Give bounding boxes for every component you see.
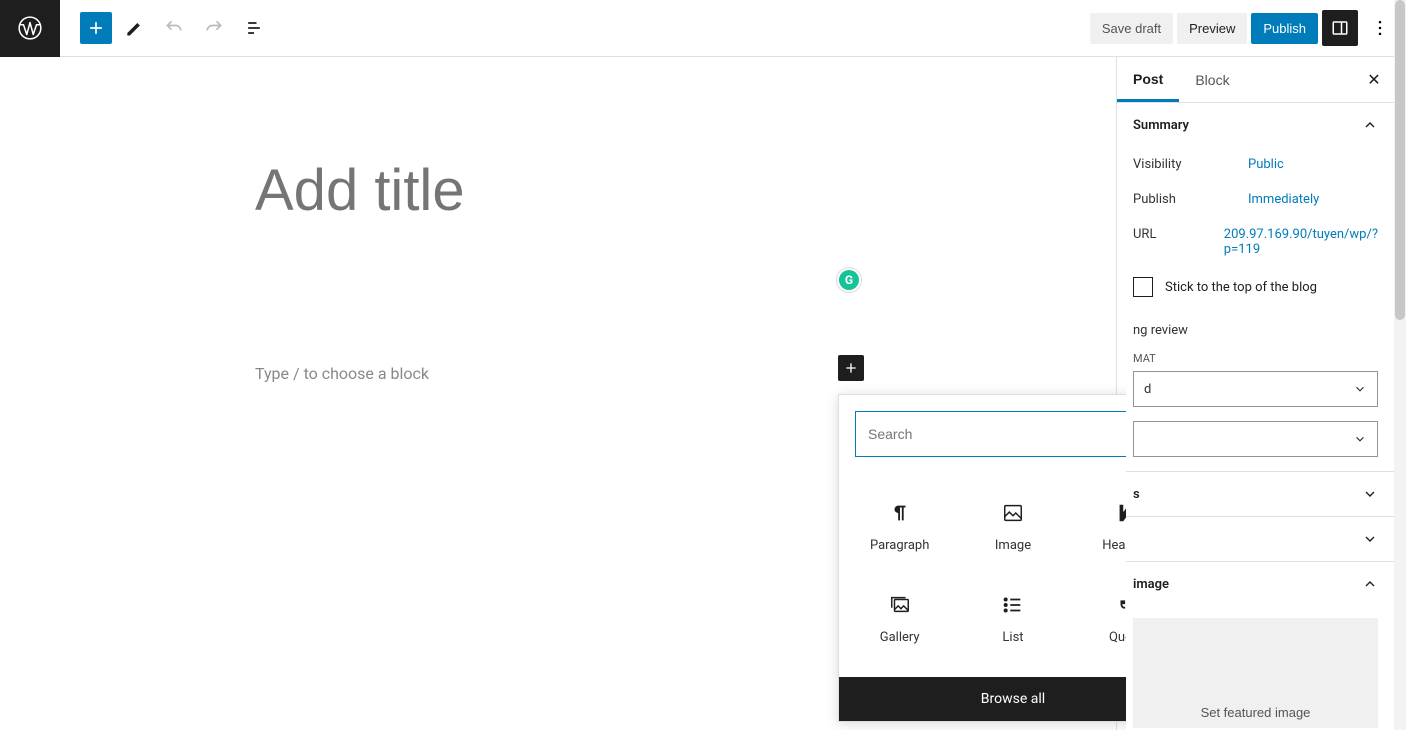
close-sidebar-button[interactable]: ✕ bbox=[1354, 60, 1394, 100]
post-title-input[interactable] bbox=[255, 157, 855, 224]
document-overview-button[interactable] bbox=[236, 10, 272, 46]
sticky-checkbox[interactable] bbox=[1133, 277, 1153, 297]
inserter-item-label: Quote bbox=[1109, 630, 1126, 645]
inserter-item-label: Paragraph bbox=[870, 538, 929, 553]
visibility-row[interactable]: Visibility Public bbox=[1117, 147, 1394, 182]
format-label: MAT bbox=[1117, 348, 1394, 371]
section-title: Summary bbox=[1133, 118, 1189, 133]
redo-button[interactable] bbox=[196, 10, 232, 46]
inserter-item-gallery[interactable]: Gallery bbox=[843, 573, 956, 665]
section-summary: Summary Visibility Public Publish Immedi… bbox=[1117, 103, 1394, 472]
section-collapsed-2-toggle[interactable] bbox=[1117, 517, 1394, 561]
inserter-item-list[interactable]: List bbox=[956, 573, 1069, 665]
sidebar-tabs: Post Block ✕ bbox=[1117, 57, 1394, 103]
inserter-item-label: Heading bbox=[1102, 538, 1126, 553]
section-title: s bbox=[1133, 487, 1140, 502]
chevron-up-icon bbox=[1362, 576, 1378, 592]
inserter-item-label: List bbox=[1002, 630, 1023, 645]
quote-icon bbox=[1115, 594, 1126, 616]
inserter-search-box bbox=[855, 411, 1126, 457]
url-value: 209.97.169.90/tuyen/wp/?p=119 bbox=[1224, 227, 1378, 257]
list-icon bbox=[1002, 594, 1024, 616]
publish-value: Immediately bbox=[1248, 192, 1378, 207]
chevron-down-icon bbox=[1353, 382, 1367, 396]
section-collapsed-2 bbox=[1117, 517, 1394, 562]
preview-button[interactable]: Preview bbox=[1177, 13, 1247, 44]
heading-icon bbox=[1115, 502, 1126, 524]
chevron-down-icon bbox=[1362, 531, 1378, 547]
undo-button[interactable] bbox=[156, 10, 192, 46]
section-collapsed-1-toggle[interactable]: s bbox=[1117, 472, 1394, 516]
chevron-up-icon bbox=[1362, 117, 1378, 133]
tab-block[interactable]: Block bbox=[1179, 58, 1245, 102]
more-options-button[interactable] bbox=[1362, 10, 1398, 46]
scrollbar-thumb[interactable] bbox=[1395, 0, 1405, 320]
block-placeholder-text[interactable]: Type / to choose a block bbox=[255, 364, 429, 383]
tools-button[interactable] bbox=[116, 10, 152, 46]
visibility-label: Visibility bbox=[1133, 157, 1248, 172]
editor-topbar: Save draft Preview Publish bbox=[0, 0, 1406, 57]
chevron-down-icon bbox=[1362, 486, 1378, 502]
url-label: URL bbox=[1133, 227, 1224, 257]
publish-label: Publish bbox=[1133, 192, 1248, 207]
editor-canvas: Type / to choose a block G Paragraph bbox=[0, 57, 1126, 730]
format-select-value: d bbox=[1144, 382, 1151, 397]
image-icon bbox=[1002, 502, 1024, 524]
visibility-value: Public bbox=[1248, 157, 1378, 172]
tab-post[interactable]: Post bbox=[1117, 57, 1179, 102]
section-collapsed-1: s bbox=[1117, 472, 1394, 517]
inserter-item-heading[interactable]: Heading bbox=[1070, 481, 1126, 573]
inserter-search-input[interactable] bbox=[868, 426, 1126, 442]
sticky-label: Stick to the top of the blog bbox=[1165, 280, 1317, 295]
publish-row[interactable]: Publish Immediately bbox=[1117, 182, 1394, 217]
section-featured-toggle[interactable]: image bbox=[1117, 562, 1394, 606]
url-row[interactable]: URL 209.97.169.90/tuyen/wp/?p=119 bbox=[1117, 217, 1394, 267]
second-select[interactable] bbox=[1133, 421, 1378, 457]
pending-review-row[interactable]: ng review bbox=[1117, 313, 1394, 348]
grammarly-icon[interactable]: G bbox=[836, 267, 862, 293]
block-inserter-popover: Paragraph Image Heading Gallery bbox=[838, 394, 1126, 722]
section-title: image bbox=[1133, 577, 1169, 592]
save-draft-button[interactable]: Save draft bbox=[1090, 13, 1173, 44]
toolbar-right: Save draft Preview Publish bbox=[1090, 10, 1406, 46]
set-featured-image-button[interactable]: Set featured image bbox=[1133, 618, 1378, 728]
gallery-icon bbox=[889, 594, 911, 616]
inserter-browse-all-button[interactable]: Browse all bbox=[839, 677, 1126, 721]
page-scrollbar[interactable] bbox=[1394, 0, 1406, 730]
toolbar-left bbox=[60, 10, 276, 46]
format-select[interactable]: d bbox=[1133, 371, 1378, 407]
paragraph-icon bbox=[889, 502, 911, 524]
inserter-item-quote[interactable]: Quote bbox=[1070, 573, 1126, 665]
toggle-inserter-button[interactable] bbox=[80, 12, 112, 44]
chevron-down-icon bbox=[1353, 432, 1367, 446]
settings-panel-button[interactable] bbox=[1322, 10, 1358, 46]
inserter-item-label: Gallery bbox=[880, 630, 920, 645]
inserter-item-label: Image bbox=[995, 538, 1031, 553]
publish-button[interactable]: Publish bbox=[1251, 13, 1318, 44]
inserter-item-image[interactable]: Image bbox=[956, 481, 1069, 573]
sticky-checkbox-row[interactable]: Stick to the top of the blog bbox=[1117, 267, 1394, 313]
inline-add-block-button[interactable] bbox=[838, 355, 864, 381]
inserter-item-paragraph[interactable]: Paragraph bbox=[843, 481, 956, 573]
section-summary-toggle[interactable]: Summary bbox=[1117, 103, 1394, 147]
settings-sidebar: Post Block ✕ Summary Visibility Public P… bbox=[1116, 57, 1394, 730]
section-featured-image: image Set featured image bbox=[1117, 562, 1394, 730]
wordpress-logo[interactable] bbox=[0, 0, 60, 57]
inserter-grid: Paragraph Image Heading Gallery bbox=[839, 473, 1126, 677]
